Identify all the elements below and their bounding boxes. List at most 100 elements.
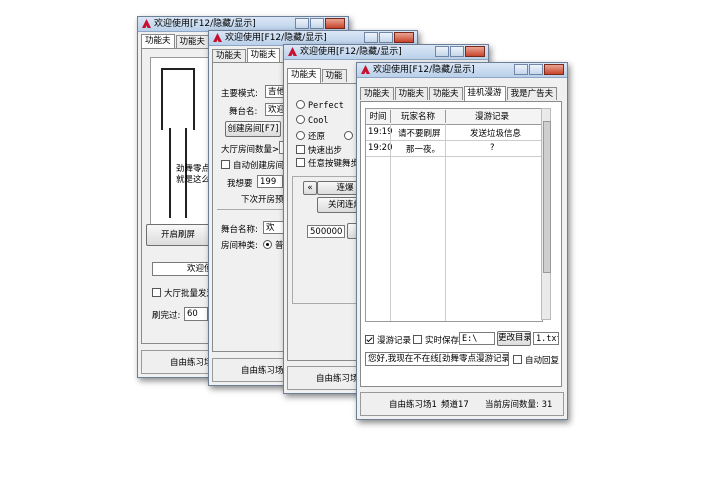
tab-function-1[interactable]: 功能夫 [141, 34, 175, 49]
tab-function-3[interactable]: 功能夫 [429, 87, 463, 100]
window-title: 欢迎使用[F12/隐藏/显示] [300, 47, 402, 57]
header-player: 玩家名称 [391, 110, 446, 123]
tab-panel: 时间 玩家名称 漫游记录 19:19 请不要刷屏 发送垃圾信息 19:20 那一… [360, 101, 562, 387]
random-skip-checkbox[interactable] [296, 158, 305, 167]
status-channel: 频道17 [441, 400, 469, 410]
quick-out-option[interactable]: 快速出步 [296, 144, 342, 156]
tab-function-1[interactable]: 功能夫 [212, 49, 246, 62]
close-button[interactable] [394, 32, 414, 43]
window-title: 欢迎使用[F12/隐藏/显示] [154, 19, 256, 29]
tab-roam[interactable]: 挂机漫游 [463, 86, 506, 101]
app-icon [142, 19, 151, 28]
change-directory-button[interactable]: 更改目录 [497, 331, 531, 346]
cell-player: 请不要刷屏 [398, 129, 441, 139]
window-title: 欢迎使用[F12/隐藏/显示] [225, 33, 327, 43]
random-skip-option[interactable]: 任意按键舞步 [296, 157, 359, 169]
quick-out-checkbox[interactable] [296, 145, 305, 154]
radio-restore-option[interactable]: 还原 [296, 130, 325, 142]
radio-cool[interactable] [296, 115, 305, 124]
app-icon [361, 65, 370, 74]
minimize-button[interactable] [514, 64, 528, 75]
table-scrollbar[interactable] [541, 108, 551, 320]
radio-restore[interactable] [296, 131, 305, 140]
column-divider [445, 124, 446, 321]
auto-reply-label: 自动回复 [525, 356, 560, 366]
auto-create-checkbox[interactable] [221, 160, 230, 169]
status-bar: 自由练习场1 频道17 当前房间数量: 31 [360, 392, 564, 416]
room-type-radio[interactable] [263, 240, 272, 249]
refresh-interval-label: 刷完过: [152, 311, 181, 321]
tab-function-1[interactable]: 功能夫 [360, 87, 394, 100]
window-4-titlebar[interactable]: 欢迎使用[F12/隐藏/显示] [357, 63, 567, 78]
tab-bar: 功能夫 功能夫 功能夫 挂机漫游 我是广告夫 [360, 86, 558, 101]
radio-restore-label: 还原 [308, 132, 326, 142]
refresh-interval-input[interactable]: 60 [184, 307, 208, 321]
close-button[interactable] [544, 64, 564, 75]
reply-message-input[interactable]: 您好,我现在不在线[劲舞零点漫游记录] [365, 352, 509, 366]
app-icon [213, 33, 222, 42]
auto-create-option[interactable]: 自动创建房间 [221, 159, 284, 171]
window-title: 欢迎使用[F12/隐藏/显示] [373, 65, 475, 75]
header-record: 漫游记录 [474, 112, 509, 122]
stage-label-2: 舞台名称: [221, 225, 258, 235]
maximize-button[interactable] [379, 32, 393, 43]
minimize-button[interactable] [435, 46, 449, 57]
roam-log-checkbox[interactable] [365, 335, 374, 344]
cell-player: 那一夜。 [406, 145, 441, 155]
welcome-field[interactable]: 欢迎使用 [152, 262, 212, 276]
radio-perfect[interactable] [296, 100, 305, 109]
roam-log-label: 漫游记录 [377, 336, 412, 346]
realtime-save-checkbox[interactable] [413, 335, 422, 344]
header-time: 时间 [366, 110, 391, 123]
app-icon [288, 47, 297, 56]
minimize-button[interactable] [295, 18, 309, 29]
auto-create-label: 自动创建房间 [233, 161, 285, 171]
quick-out-label: 快速出步 [308, 146, 343, 156]
radio-perfect-option[interactable]: Perfect [296, 100, 344, 111]
window-4: 欢迎使用[F12/隐藏/显示] 功能夫 功能夫 功能夫 挂机漫游 我是广告夫 时… [356, 62, 568, 420]
maximize-button[interactable] [310, 18, 324, 29]
room-type-option[interactable]: 普 [263, 239, 284, 251]
start-refresh-button[interactable]: 开启刷屏 [146, 224, 210, 246]
hall-room-count-label: 大厅房间数量> [221, 145, 280, 155]
table-row[interactable]: 19:20 那一夜。 ? [366, 141, 542, 157]
table-header: 时间 玩家名称 漫游记录 [366, 109, 542, 125]
tab-function-1[interactable]: 功能夫 [287, 68, 321, 83]
main-mode-label: 主要模式: [221, 89, 258, 99]
prev-arrow-button[interactable]: « [303, 181, 317, 195]
roam-log-option[interactable]: 漫游记录 [365, 334, 411, 346]
maximize-button[interactable] [529, 64, 543, 75]
auto-reply-option[interactable]: 自动回复 [513, 354, 559, 366]
auto-reply-checkbox[interactable] [513, 355, 522, 364]
tab-function-2[interactable]: 功能夫 [394, 87, 429, 100]
want-room-input[interactable]: 199 [257, 175, 283, 188]
file-name-input[interactable]: 1.txt [533, 332, 559, 345]
scrollbar-thumb[interactable] [543, 121, 551, 273]
room-type-label: 房间种类: [221, 241, 258, 251]
realtime-save-option[interactable]: 实时保存 [413, 334, 459, 346]
tab-ad[interactable]: 我是广告夫 [506, 87, 558, 100]
want-label: 我想要 [227, 179, 253, 189]
table-row[interactable]: 19:19 请不要刷屏 发送垃圾信息 [366, 125, 542, 141]
text-art-figure [161, 68, 195, 130]
random-skip-label: 任意按键舞步 [308, 159, 360, 169]
cell-time: 19:19 [368, 127, 393, 137]
create-room-button[interactable]: 创建房间[F7] [225, 121, 281, 137]
directory-input[interactable]: E:\ [459, 332, 495, 345]
close-button[interactable] [325, 18, 345, 29]
tab-function-2[interactable]: 功能 [321, 69, 347, 82]
status-place: 自由练习场1 [241, 366, 289, 376]
close-button[interactable] [465, 46, 485, 57]
bulk-send-checkbox[interactable] [152, 288, 161, 297]
tab-function-2[interactable]: 功能夫 [175, 35, 210, 48]
combo-value-input[interactable]: 500000 [307, 225, 345, 238]
minimize-button[interactable] [364, 32, 378, 43]
tab-function-2[interactable]: 功能夫 [246, 48, 281, 63]
status-room-count: 当前房间数量: 31 [485, 400, 553, 410]
cell-time: 19:20 [368, 143, 393, 153]
maximize-button[interactable] [450, 46, 464, 57]
tab-bar: 功能夫 功能夫 [141, 34, 210, 49]
radio-cool-option[interactable]: Cool [296, 115, 328, 126]
radio-none[interactable] [344, 131, 353, 140]
window-3-titlebar[interactable]: 欢迎使用[F12/隐藏/显示] [284, 45, 488, 60]
